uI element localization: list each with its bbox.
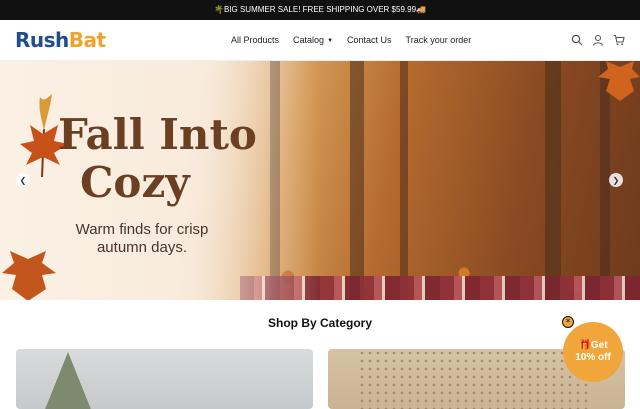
nav-all-products[interactable]: All Products xyxy=(231,35,279,47)
nav-contact-us[interactable]: Contact Us xyxy=(347,35,392,47)
discount-popup-button[interactable]: 🎁Get 10% off xyxy=(563,322,623,382)
christmas-tree-image xyxy=(44,352,92,409)
chevron-right-icon: ❯ xyxy=(612,175,620,185)
nav-catalog-label: Catalog xyxy=(293,35,325,45)
nav-catalog[interactable]: Catalog ▼ xyxy=(293,35,333,47)
header-icons xyxy=(571,34,625,46)
site-header: RushBat All Products Catalog ▼ Contact Us… xyxy=(0,20,640,61)
logo-text-part1: Rush xyxy=(15,28,69,52)
carousel-prev-button[interactable]: ❮ xyxy=(16,173,30,187)
truck-icon: 🚚 xyxy=(416,5,426,14)
pegboard-tools-image xyxy=(358,349,588,409)
carousel-next-button[interactable]: ❯ xyxy=(609,173,623,187)
leaf-icon: 🌴 xyxy=(214,5,224,14)
maple-leaf-icon xyxy=(2,251,56,300)
hero-banner[interactable]: Fall Into Cozy Warm finds for crisp autu… xyxy=(0,61,640,300)
hero-title: Fall Into Cozy xyxy=(58,111,257,207)
chevron-down-icon: ▼ xyxy=(327,38,334,44)
nav-track-order[interactable]: Track your order xyxy=(406,35,472,47)
maple-leaf-icon xyxy=(598,61,640,101)
section-title: Shop By Category xyxy=(267,316,372,330)
logo[interactable]: RushBat xyxy=(15,28,106,52)
close-icon[interactable]: × xyxy=(562,316,574,328)
hero-title-line2: Cozy xyxy=(80,158,190,207)
main-nav: All Products Catalog ▼ Contact Us Track y… xyxy=(231,35,485,47)
announcement-text: BIG SUMMER SALE! FREE SHIPPING OVER $59.… xyxy=(223,5,417,14)
promo-line2: 10% off xyxy=(575,352,611,363)
cart-icon[interactable] xyxy=(613,34,625,46)
hero-title-line1: Fall Into xyxy=(58,110,257,159)
announcement-bar: 🌴BIG SUMMER SALE! FREE SHIPPING OVER $59… xyxy=(0,0,640,20)
search-icon[interactable] xyxy=(571,34,583,46)
account-icon[interactable] xyxy=(592,34,604,46)
logo-text-part2: Bat xyxy=(68,28,106,52)
promo-line1: 🎁Get xyxy=(578,340,608,351)
chevron-left-icon: ❮ xyxy=(19,175,27,185)
hero-subtitle: Warm finds for crisp autumn days. xyxy=(75,221,209,256)
category-card[interactable] xyxy=(16,349,313,409)
